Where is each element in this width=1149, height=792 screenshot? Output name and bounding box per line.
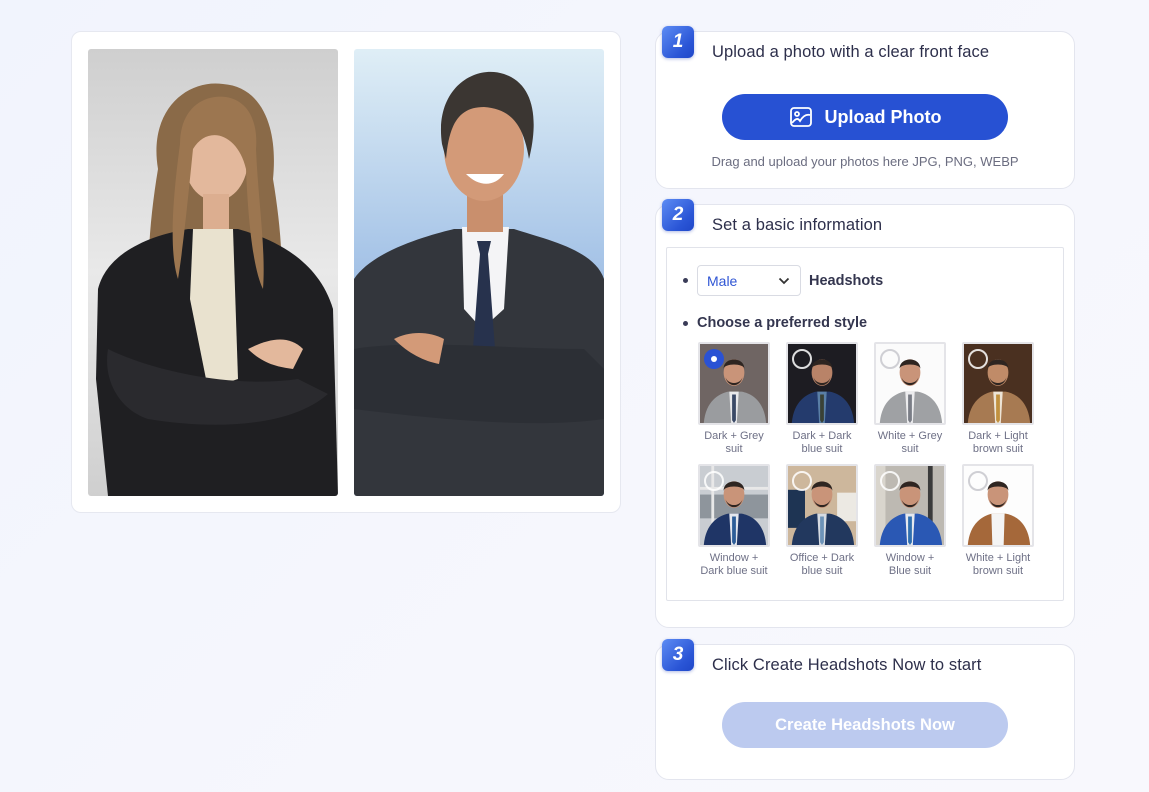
step-number-badge: 3 bbox=[662, 639, 694, 671]
gender-select-value: Male bbox=[707, 272, 738, 289]
sample-photo-woman bbox=[88, 49, 338, 496]
basic-info-box: Male Headshots Choose a preferred style bbox=[666, 247, 1064, 601]
style-caption: Dark + Light brown suit bbox=[968, 430, 1028, 455]
step-title: Click Create Headshots Now to start bbox=[712, 656, 982, 674]
style-radio[interactable] bbox=[704, 471, 724, 491]
style-radio[interactable] bbox=[968, 349, 988, 369]
bullet-icon bbox=[683, 320, 688, 326]
style-radio[interactable] bbox=[704, 349, 724, 369]
create-headshots-button[interactable]: Create Headshots Now bbox=[722, 702, 1008, 748]
step-title: Set a basic information bbox=[712, 216, 883, 234]
style-heading-row: Choose a preferred style bbox=[683, 315, 867, 331]
style-radio[interactable] bbox=[968, 471, 988, 491]
style-option-white-lightbrown[interactable]: White + Light brown suit bbox=[962, 464, 1034, 578]
image-icon bbox=[789, 106, 813, 128]
style-option-window-blue[interactable]: Window + Blue suit bbox=[874, 464, 946, 578]
style-thumbnail bbox=[786, 342, 858, 425]
style-option-dark-grey[interactable]: Dark + Grey suit bbox=[698, 342, 770, 456]
style-caption: Window + Dark blue suit bbox=[700, 552, 768, 577]
style-caption: White + Light brown suit bbox=[965, 552, 1031, 577]
style-option-window-darkblue[interactable]: Window + Dark blue suit bbox=[698, 464, 770, 578]
step-number-badge: 2 bbox=[662, 199, 694, 231]
step-number-badge: 1 bbox=[662, 26, 694, 58]
style-thumbnail bbox=[962, 464, 1034, 547]
chevron-down-icon bbox=[778, 277, 790, 284]
gender-row: Male Headshots bbox=[683, 265, 883, 296]
style-radio[interactable] bbox=[880, 471, 900, 491]
style-thumbnail bbox=[786, 464, 858, 547]
style-radio[interactable] bbox=[880, 349, 900, 369]
upload-photo-button[interactable]: Upload Photo bbox=[722, 94, 1008, 140]
style-radio[interactable] bbox=[792, 471, 812, 491]
style-option-dark-lightbrown[interactable]: Dark + Light brown suit bbox=[962, 342, 1034, 456]
style-caption: Dark + Dark blue suit bbox=[792, 430, 852, 455]
step-basic-info-card: 2 Set a basic information Male Headshots… bbox=[655, 199, 1075, 628]
upload-photo-label: Upload Photo bbox=[824, 106, 942, 127]
headshots-label: Headshots bbox=[809, 272, 884, 289]
style-grid: Dark + Grey suit Dark + Dark blue suit W… bbox=[698, 342, 1038, 578]
step-create-card: 3 Click Create Headshots Now to start Cr… bbox=[655, 639, 1075, 780]
preview-card bbox=[71, 31, 621, 513]
gender-select[interactable]: Male bbox=[697, 265, 801, 296]
step-upload-card: 1 Upload a photo with a clear front face… bbox=[655, 26, 1075, 189]
style-caption: Window + Blue suit bbox=[885, 552, 935, 577]
sample-photo-man bbox=[354, 49, 604, 496]
style-option-dark-darkblue[interactable]: Dark + Dark blue suit bbox=[786, 342, 858, 456]
style-caption: Dark + Grey suit bbox=[704, 430, 764, 455]
style-radio[interactable] bbox=[792, 349, 812, 369]
style-thumbnail bbox=[874, 464, 946, 547]
style-thumbnail bbox=[874, 342, 946, 425]
style-thumbnail bbox=[698, 342, 770, 425]
style-heading: Choose a preferred style bbox=[697, 315, 868, 331]
step-title: Upload a photo with a clear front face bbox=[712, 43, 990, 61]
bullet-icon bbox=[683, 278, 688, 283]
style-caption: Office + Dark blue suit bbox=[789, 552, 855, 577]
style-caption: White + Grey suit bbox=[877, 430, 943, 455]
style-option-office-darkblue[interactable]: Office + Dark blue suit bbox=[786, 464, 858, 578]
style-thumbnail bbox=[698, 464, 770, 547]
style-thumbnail bbox=[962, 342, 1034, 425]
style-option-white-grey[interactable]: White + Grey suit bbox=[874, 342, 946, 456]
upload-hint: Drag and upload your photos here JPG, PN… bbox=[711, 154, 1019, 169]
